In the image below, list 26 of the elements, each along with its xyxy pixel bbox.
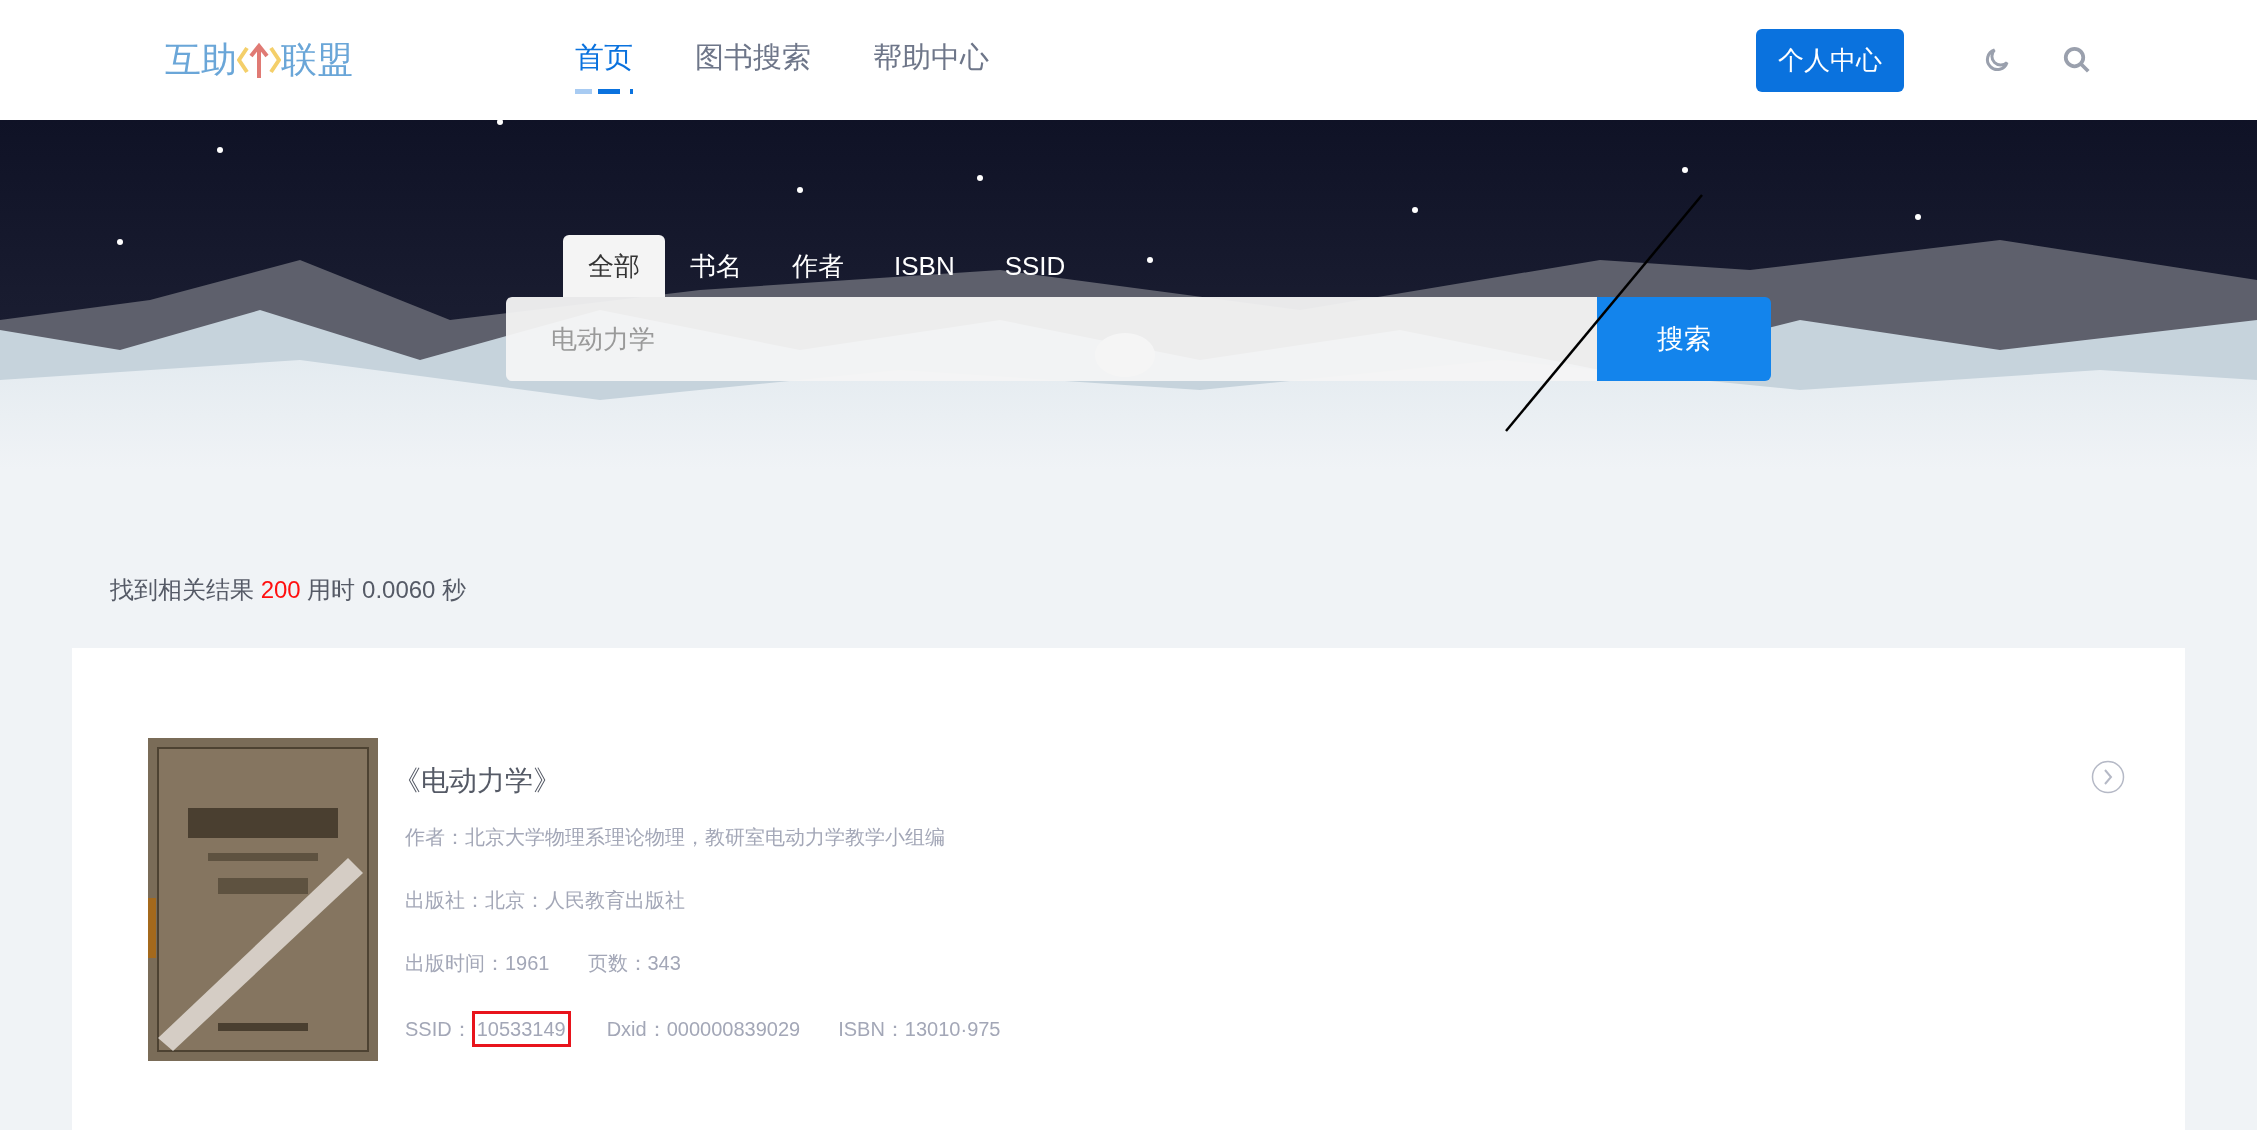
search-icon[interactable] [2062, 45, 2092, 75]
book-isbn: ISBN：13010·975 [838, 1017, 1001, 1042]
ssid-label: SSID： [405, 1017, 472, 1042]
search-tab[interactable]: 全部 [563, 235, 665, 297]
active-underline [575, 88, 633, 94]
result-summary: 找到相关结果 200 用时 0.0060 秒 [110, 576, 467, 603]
nav-link[interactable]: 帮助中心 [873, 36, 989, 84]
nav-link[interactable]: 首页 [575, 36, 633, 84]
book-year: 出版时间：1961 [405, 951, 550, 976]
arrow-icon [237, 40, 281, 80]
chevron-right-icon[interactable] [2091, 760, 2125, 794]
book-title[interactable]: 《电动力学》 [393, 760, 561, 802]
book-pages: 页数：343 [587, 951, 681, 976]
search-tab[interactable]: 作者 [767, 235, 869, 297]
ssid-value: 10533149 [471, 1011, 571, 1047]
search-button[interactable]: 搜索 [1597, 297, 1771, 381]
account-button[interactable]: 个人中心 [1756, 28, 1904, 92]
nav-link[interactable]: 图书搜索 [695, 36, 811, 84]
book-author: 作者：北京大学物理系理论物理，教研室电动力学教学小组编 [405, 825, 946, 850]
book-dxid: Dxid：000000839029 [606, 1017, 801, 1042]
book-publisher: 出版社：北京：人民教育出版社 [405, 888, 686, 913]
logo[interactable]: 互助 联盟 [165, 33, 575, 87]
search-tab[interactable]: ISBN [869, 235, 980, 297]
search-tab[interactable]: SSID [979, 235, 1091, 297]
search-field[interactable]: 电动力学 [506, 297, 1597, 381]
search-tab[interactable]: 书名 [665, 235, 767, 297]
